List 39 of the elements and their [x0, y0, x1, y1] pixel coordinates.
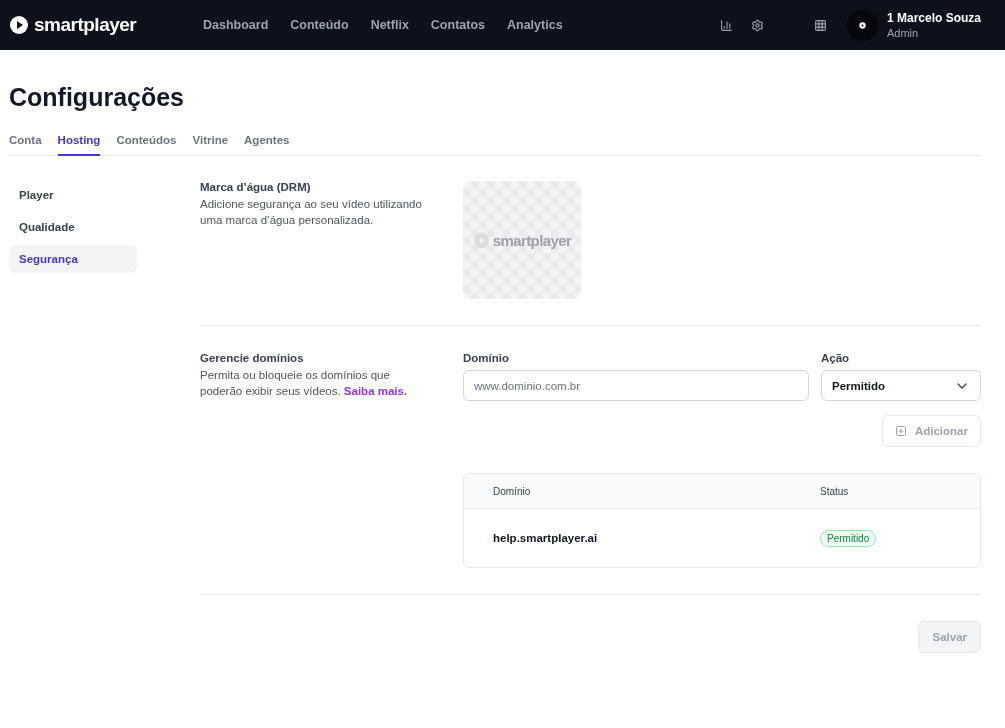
sidebar-item[interactable]: Qualidade [9, 213, 137, 241]
sidebar-item[interactable]: Player [9, 181, 137, 209]
action-select[interactable]: Permitido [821, 370, 981, 401]
tab[interactable]: Hosting [57, 134, 101, 156]
play-logo-icon [858, 21, 866, 29]
section-description: Permita ou bloqueie os domínios que poderão exibir seus vídeos. Saiba mais. [200, 368, 409, 399]
nav-link[interactable]: Contatos [430, 18, 485, 32]
play-logo-icon [472, 231, 490, 249]
nav-link[interactable]: Netflix [370, 18, 409, 32]
tab[interactable]: Conta [9, 134, 42, 156]
user-name: 1 Marcelo Souza [886, 11, 981, 25]
nav-link[interactable]: Dashboard [203, 18, 269, 32]
nav-link[interactable]: Analytics [507, 18, 563, 32]
column-header: Domínio [493, 485, 532, 497]
play-logo-icon [9, 15, 29, 35]
field-label: Ação [821, 352, 851, 364]
section-description: Adicione segurança ao seu vídeo utilizando uma marca d’água personalizada. [200, 197, 423, 228]
nav-link[interactable]: Conteúdo [290, 18, 349, 32]
avatar[interactable] [846, 9, 878, 41]
tab[interactable]: Agentes [244, 134, 290, 156]
logo-text: smartplayer [34, 14, 137, 36]
tab[interactable]: Conteúdos [116, 134, 177, 156]
plus-square-icon [894, 425, 907, 437]
field-label: Domínio [463, 352, 510, 364]
bar-chart-icon[interactable] [719, 18, 733, 32]
table-cell-text: help.smartplayer.ai [493, 532, 599, 544]
status-badge: Permitido [820, 529, 877, 547]
section-title: Gerencie domínios [200, 352, 305, 364]
grid-icon[interactable] [813, 18, 827, 32]
section-title: Marca d’água (DRM) [200, 181, 312, 193]
settings-icon[interactable] [750, 18, 764, 32]
column-header: Status [820, 485, 850, 497]
learn-more-link[interactable]: Saiba mais. [343, 385, 408, 397]
user-role: Admin [886, 27, 920, 39]
sidebar-item[interactable]: Segurança [9, 245, 137, 273]
tab[interactable]: Vitrine [192, 134, 229, 156]
domain-input[interactable]: www.dominio.com.br [463, 370, 809, 401]
watermark-logo-text: smartplayer [492, 231, 572, 249]
page-title: Configurações [9, 83, 186, 112]
